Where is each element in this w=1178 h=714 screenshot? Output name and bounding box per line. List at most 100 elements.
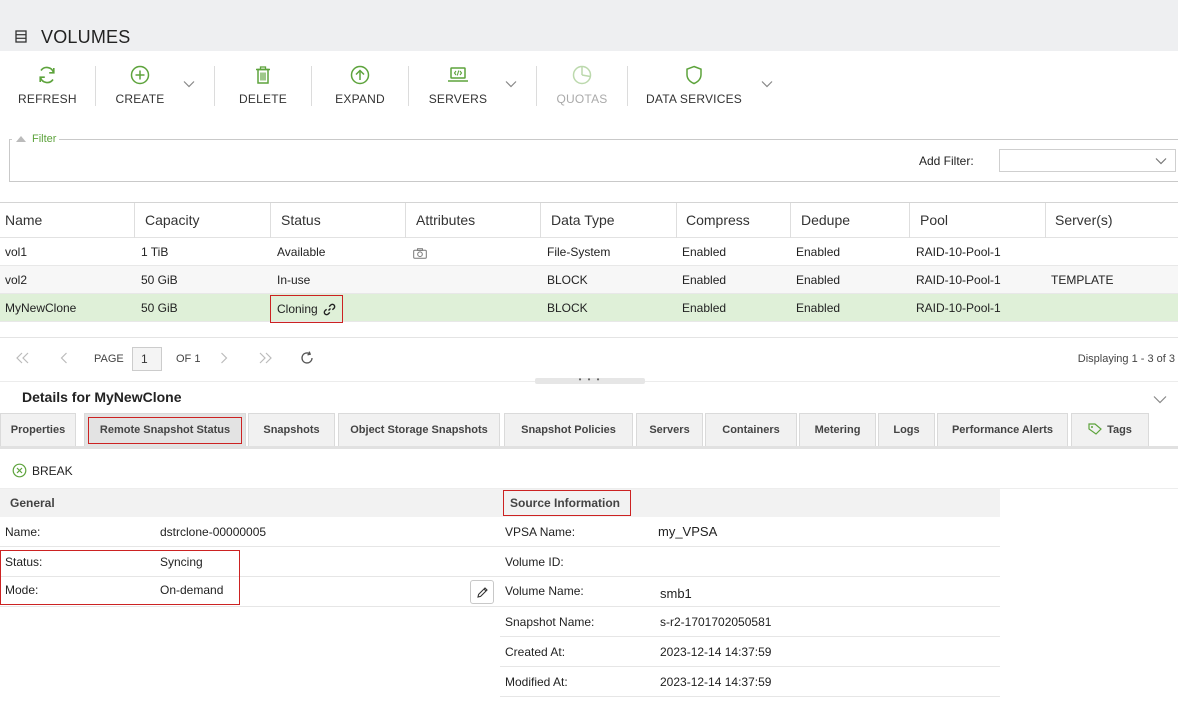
toolbar-separator xyxy=(627,66,628,106)
chevron-down-icon xyxy=(1155,158,1167,165)
cell-status: Cloning xyxy=(277,302,318,316)
trash-icon xyxy=(256,66,270,84)
vpsa-name-value: my_VPSA xyxy=(658,524,718,539)
grid-header: Name Capacity Status Attributes Data Typ… xyxy=(0,202,1178,238)
general-name-row: Name: dstrclone-00000005 xyxy=(0,517,500,547)
cell-name: vol2 xyxy=(5,273,28,287)
mode-value: On-demand xyxy=(160,583,224,597)
cell-pool: RAID-10-Pool-1 xyxy=(916,245,1001,259)
data-services-button[interactable]: DATA SERVICES xyxy=(646,65,742,113)
column-header-status[interactable]: Status xyxy=(271,203,406,238)
quotas-button[interactable]: QUOTAS xyxy=(555,65,609,113)
x-circle-icon xyxy=(12,463,27,478)
refresh-button[interactable]: REFRESH xyxy=(18,65,77,113)
title-bar: VOLUMES xyxy=(0,0,1178,51)
break-label: BREAK xyxy=(32,463,73,478)
table-row[interactable]: vol1 1 TiB Available File-System Enabled… xyxy=(0,238,1178,266)
tab-servers[interactable]: Servers xyxy=(636,413,703,446)
column-header-name[interactable]: Name xyxy=(0,203,135,238)
tab-logs[interactable]: Logs xyxy=(878,413,935,446)
toolbar-separator xyxy=(536,66,537,106)
source-created-row: Created At: 2023-12-14 14:37:59 xyxy=(500,637,1000,667)
status-label: Status: xyxy=(5,555,43,569)
toolbar: REFRESH CREATE DELETE EXPAND SERVERS QUO… xyxy=(0,51,1178,121)
collapse-chevron-icon[interactable] xyxy=(1153,395,1167,404)
expand-button[interactable]: EXPAND xyxy=(334,65,386,113)
data-services-dropdown-chevron-icon[interactable] xyxy=(761,80,773,88)
create-button[interactable]: CREATE xyxy=(114,65,166,113)
modified-at-value: 2023-12-14 14:37:59 xyxy=(660,675,772,689)
refresh-icon xyxy=(39,66,55,84)
status-value: Syncing xyxy=(160,555,203,569)
active-tab-highlight xyxy=(88,417,242,444)
page-title: VOLUMES xyxy=(41,27,131,47)
cell-pool: RAID-10-Pool-1 xyxy=(916,301,1001,315)
filter-toggle[interactable]: Filter xyxy=(12,133,60,145)
shield-icon xyxy=(686,65,702,85)
source-modified-row: Modified At: 2023-12-14 14:37:59 xyxy=(500,667,1000,697)
add-filter-label: Add Filter: xyxy=(919,154,974,168)
table-row[interactable]: vol2 50 GiB In-use BLOCK Enabled Enabled… xyxy=(0,266,1178,294)
toolbar-separator xyxy=(311,66,312,106)
first-page-icon[interactable] xyxy=(16,352,29,364)
laptop-icon xyxy=(448,67,468,82)
page-count: OF 1 xyxy=(176,353,201,365)
servers-button[interactable]: SERVERS xyxy=(428,65,488,113)
pie-chart-icon xyxy=(572,65,592,85)
column-header-pool[interactable]: Pool xyxy=(910,203,1046,238)
add-filter-select[interactable] xyxy=(999,149,1176,172)
tab-properties[interactable]: Properties xyxy=(0,413,76,446)
details-tabs: Properties Remote Snapshot Status Snapsh… xyxy=(0,413,1178,449)
tab-tags[interactable]: Tags xyxy=(1071,413,1149,446)
mode-label: Mode: xyxy=(5,583,39,597)
grid-empty-area xyxy=(0,322,1178,338)
general-header: General xyxy=(10,496,55,510)
column-header-servers[interactable]: Server(s) xyxy=(1046,203,1178,238)
delete-button[interactable]: DELETE xyxy=(238,65,288,113)
edit-mode-button[interactable] xyxy=(470,580,494,604)
tab-snapshot-policies[interactable]: Snapshot Policies xyxy=(504,413,633,446)
servers-dropdown-chevron-icon[interactable] xyxy=(505,80,517,88)
cell-compress: Enabled xyxy=(682,301,727,315)
cell-name: MyNewClone xyxy=(5,301,77,315)
expand-label: EXPAND xyxy=(335,92,385,106)
column-header-dedupe[interactable]: Dedupe xyxy=(791,203,910,238)
source-volume-id-row: Volume ID: xyxy=(500,547,1000,577)
next-page-icon[interactable] xyxy=(220,352,228,364)
cell-data-type: BLOCK xyxy=(547,273,588,287)
cell-data-type: File-System xyxy=(547,245,611,259)
tab-object-storage-snapshots[interactable]: Object Storage Snapshots xyxy=(338,413,500,446)
refresh-icon[interactable] xyxy=(300,351,314,365)
tab-metering[interactable]: Metering xyxy=(799,413,876,446)
create-dropdown-chevron-icon[interactable] xyxy=(183,80,195,88)
table-row-selected[interactable]: MyNewClone 50 GiB Cloning BLOCK Enabled … xyxy=(0,294,1178,323)
page-number-input[interactable]: 1 xyxy=(132,347,162,371)
column-header-capacity[interactable]: Capacity xyxy=(135,203,271,238)
source-header: Source Information xyxy=(510,496,621,510)
tab-performance-alerts[interactable]: Performance Alerts xyxy=(937,413,1068,446)
tab-containers[interactable]: Containers xyxy=(705,413,797,446)
source-snapshot-name-row: Snapshot Name: s-r2-1701702050581 xyxy=(500,607,1000,637)
column-header-compress[interactable]: Compress xyxy=(677,203,791,238)
servers-label: SERVERS xyxy=(428,92,488,106)
collapse-triangle-icon xyxy=(16,136,26,142)
cell-servers: TEMPLATE xyxy=(1051,273,1114,287)
previous-page-icon[interactable] xyxy=(60,352,68,364)
source-section-header: Source Information xyxy=(500,489,1000,517)
column-header-attributes[interactable]: Attributes xyxy=(406,203,541,238)
tab-snapshots[interactable]: Snapshots xyxy=(248,413,335,446)
cell-status-cloning: Cloning xyxy=(270,295,343,323)
snapshot-name-label: Snapshot Name: xyxy=(505,615,595,629)
displaying-count: Displaying 1 - 3 of 3 xyxy=(1077,353,1175,365)
break-button[interactable]: BREAK xyxy=(12,463,73,478)
last-page-icon[interactable] xyxy=(259,352,272,364)
cell-attributes xyxy=(413,239,427,267)
cell-status: In-use xyxy=(277,273,311,287)
general-section-header: General xyxy=(0,489,500,517)
column-header-data-type[interactable]: Data Type xyxy=(541,203,677,238)
create-label: CREATE xyxy=(115,92,165,106)
tag-icon xyxy=(1088,423,1102,435)
link-icon xyxy=(323,303,336,316)
tabs-baseline xyxy=(0,446,1178,449)
panel-splitter-handle[interactable]: • • • xyxy=(535,376,645,384)
